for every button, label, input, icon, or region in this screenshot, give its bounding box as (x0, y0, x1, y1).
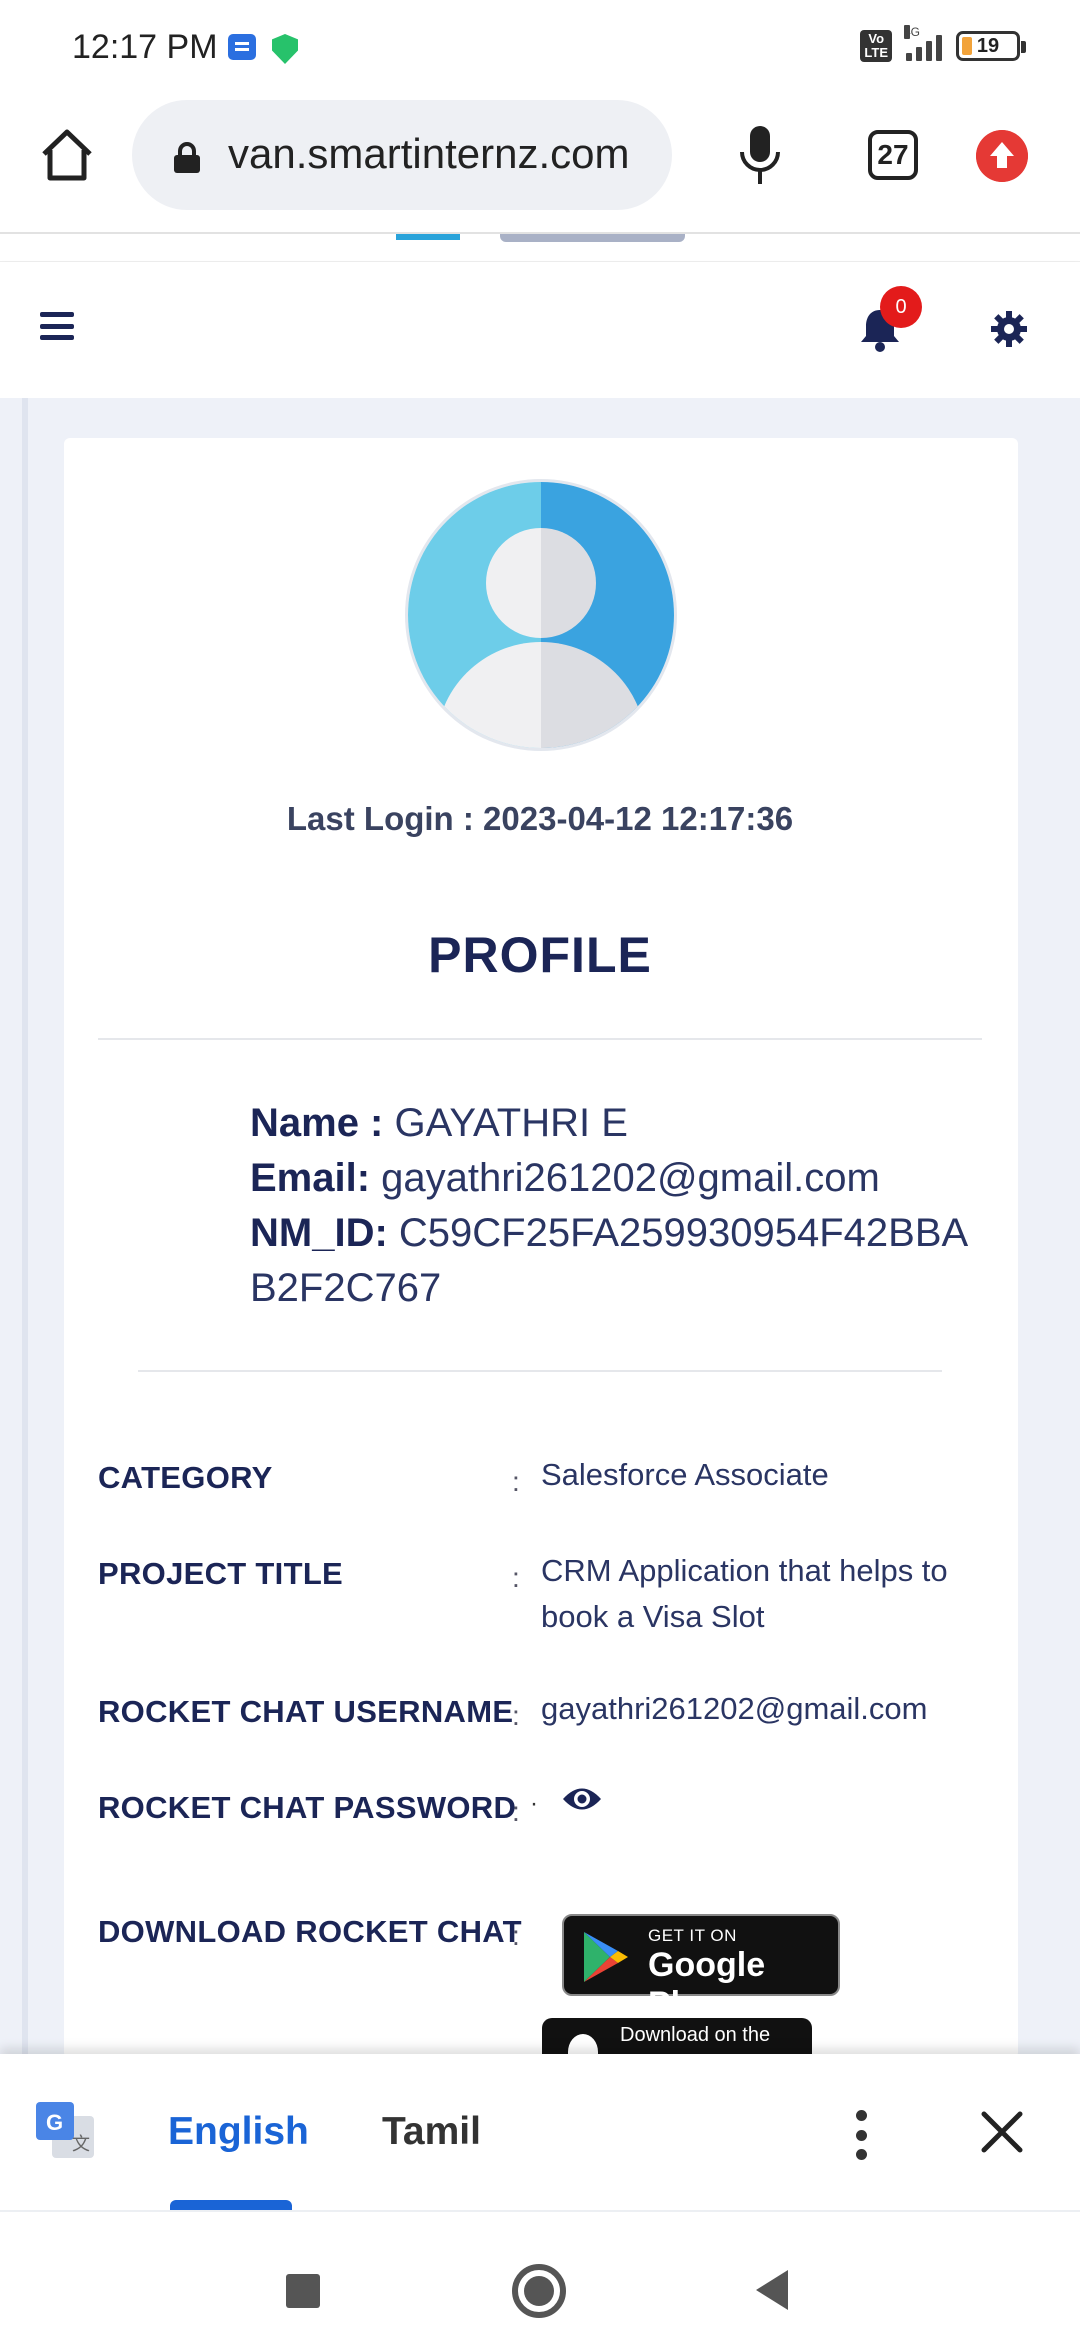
project-title-value: CRM Application that helps to book a Vis… (541, 1553, 948, 1634)
close-icon[interactable] (980, 2110, 1024, 2154)
language-tab-tamil[interactable]: Tamil (382, 2110, 481, 2154)
update-arrow-icon[interactable] (976, 130, 1028, 182)
google-play-icon (584, 1932, 628, 1982)
status-time: 12:17 PM (72, 28, 218, 66)
gplay-big-text: Google Play (648, 1946, 766, 2023)
svg-text:G: G (46, 2110, 63, 2135)
google-translate-icon[interactable]: G 文 (34, 2100, 96, 2162)
home-button[interactable] (512, 2264, 566, 2318)
battery-icon: 19 (956, 31, 1026, 61)
profile-info: Name : GAYATHRI E Email: gayathri261202@… (250, 1096, 970, 1316)
page-title: PROFILE (428, 927, 652, 983)
avatar (408, 482, 674, 748)
eye-icon[interactable] (561, 1784, 603, 1814)
address-bar[interactable]: van.smartinternz.com (132, 100, 672, 210)
name-value: GAYATHRI E (394, 1101, 628, 1145)
gplay-small-text: GET IT ON (648, 1926, 737, 1945)
appstore-small-text: Download on the (620, 2024, 771, 2046)
category-label: CATEGORY (98, 1460, 273, 1495)
last-login: Last Login : 2023-04-12 12:17:36 (286, 800, 794, 837)
more-vert-icon[interactable] (852, 2110, 870, 2160)
google-play-badge[interactable]: GET IT ON Google Play (562, 1914, 840, 2023)
name-label: Name : (250, 1101, 384, 1145)
recents-button[interactable] (286, 2274, 320, 2308)
password-value: · (530, 1790, 538, 1817)
email-value: gayathri261202@gmail.com (381, 1156, 880, 1200)
translate-bar: G 文 English Tamil (0, 2054, 1080, 2210)
email-label: Email: (250, 1156, 371, 1200)
shield-icon (272, 34, 298, 64)
divider (98, 1038, 982, 1040)
message-notification-icon (228, 34, 256, 60)
url-text: van.smartinternz.com (228, 130, 630, 177)
project-title-label: PROJECT TITLE (98, 1556, 344, 1591)
tabs-button[interactable]: 27 (868, 130, 918, 180)
volte-icon: Vo LTE (860, 30, 892, 62)
browser-toolbar: van.smartinternz.com 27 (0, 96, 1080, 234)
language-tab-english[interactable]: English (168, 2110, 309, 2154)
gear-icon[interactable] (990, 310, 1028, 348)
notification-badge: 0 (880, 286, 922, 328)
home-icon[interactable] (38, 126, 96, 184)
back-button[interactable] (756, 2270, 788, 2310)
active-tab-indicator (170, 2200, 292, 2210)
download-label: DOWNLOAD ROCKET CHAT (98, 1914, 522, 1949)
svg-text:文: 文 (72, 2134, 90, 2155)
battery-level: 19 (976, 34, 1000, 57)
rocket-password-label: ROCKET CHAT PASSWORD (98, 1790, 517, 1825)
hamburger-icon[interactable] (40, 312, 74, 340)
network-type: 4G (904, 25, 921, 39)
category-value: Salesforce Associate (541, 1457, 829, 1492)
rocket-username-label: ROCKET CHAT USERNAME (98, 1694, 514, 1729)
rocket-username-value: gayathri261202@gmail.com (541, 1691, 928, 1726)
app-header: 0 (0, 262, 1080, 398)
nmid-label: NM_ID: (250, 1211, 388, 1255)
lock-icon (174, 142, 200, 173)
system-nav-bar (0, 2210, 1080, 2340)
divider (138, 1370, 942, 1372)
mic-icon[interactable] (736, 124, 784, 186)
site-logo-partial (0, 234, 1080, 262)
status-bar: 12:17 PM Vo LTE 4G 19 (0, 0, 1080, 96)
signal-icon: 4G (904, 25, 942, 61)
